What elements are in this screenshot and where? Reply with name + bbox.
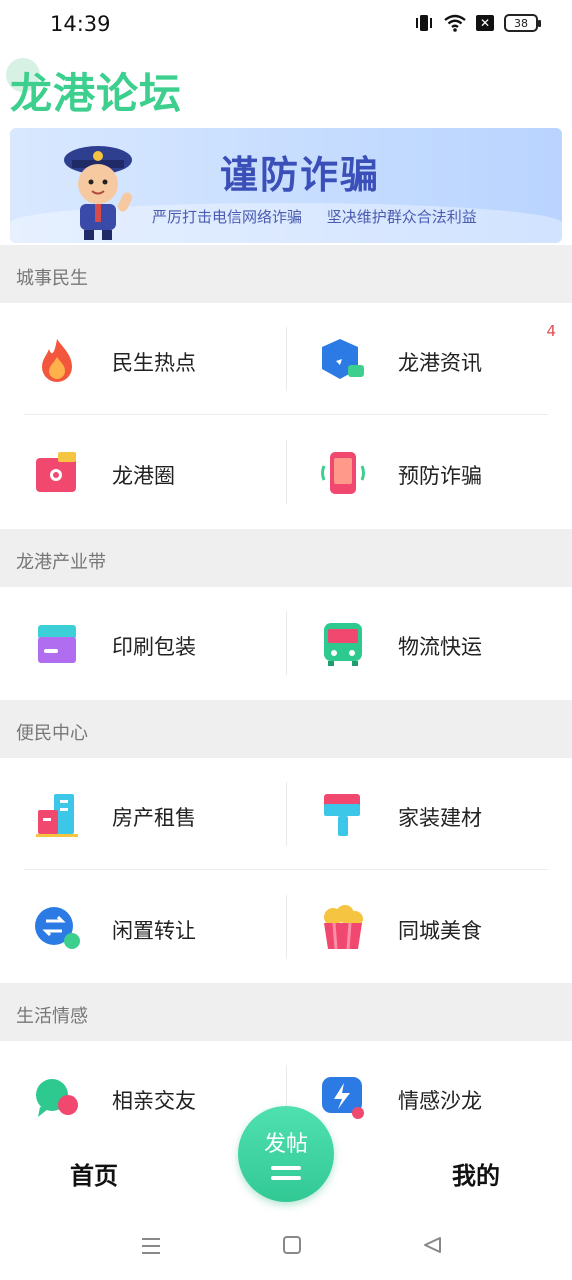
grid-item-logistics[interactable]: 物流快运: [286, 587, 572, 700]
news-count-badge: 4: [546, 322, 556, 340]
app-title: 龙港论坛: [10, 69, 183, 118]
status-bar: 14:39 ✕ 38: [0, 0, 572, 50]
banner-title: 谨防诈骗: [220, 153, 381, 197]
chat-bubbles-icon: [36, 1079, 78, 1117]
grid-item-longgang-news[interactable]: 龙港资讯: [286, 303, 572, 416]
battery-icon: 38: [504, 14, 541, 32]
menu-icon[interactable]: [140, 1236, 162, 1256]
banner-subtitle: 严厉打击电信网络诈骗 坚决维护群众合法利益: [152, 208, 477, 226]
grid-item-home-decor[interactable]: 家装建材: [286, 758, 572, 871]
system-nav-bar: [0, 1218, 572, 1280]
grid-item-local-food[interactable]: 同城美食: [286, 871, 572, 984]
grid-item-label: 闲置转让: [112, 919, 196, 943]
grid-item-label: 物流快运: [398, 635, 482, 659]
sim-x-icon: ✕: [476, 15, 494, 31]
row-divider: [24, 869, 548, 870]
lightning-chat-icon: [322, 1077, 364, 1119]
status-time: 14:39: [50, 12, 111, 36]
section-title: 生活情感: [16, 1006, 88, 1027]
bus-icon: [324, 623, 362, 666]
grid-item-label: 房产租售: [112, 806, 196, 830]
grid-item-label: 预防诈骗: [398, 464, 482, 488]
section-title: 龙港产业带: [16, 552, 106, 573]
section-title: 便民中心: [16, 723, 88, 744]
grid-item-label: 民生热点: [112, 351, 196, 375]
popcorn-icon: [324, 905, 363, 950]
wifi-icon: [444, 14, 466, 32]
section-header-service: 便民中心: [0, 700, 572, 758]
vibrate-icon: [416, 15, 432, 31]
police-mascot-icon: [64, 146, 133, 240]
grid-item-label: 同城美食: [398, 919, 482, 943]
paint-roller-icon: [324, 794, 360, 836]
grid-item-real-estate[interactable]: 房产租售: [0, 758, 286, 871]
grid-item-secondhand[interactable]: 闲置转让: [0, 871, 286, 984]
package-box-icon: [38, 625, 76, 663]
buildings-icon: [36, 794, 78, 837]
row-divider: [24, 414, 548, 415]
anti-fraud-banner[interactable]: 谨防诈骗 严厉打击电信网络诈骗 坚决维护群众合法利益: [10, 128, 562, 243]
home-square-icon[interactable]: [282, 1235, 302, 1255]
grid-item-longgang-circle[interactable]: 龙港圈: [0, 416, 286, 529]
status-icons: ✕ 38: [414, 14, 541, 32]
tab-home[interactable]: 首页: [70, 1156, 118, 1191]
grid-item-label: 印刷包装: [112, 635, 196, 659]
grid-item-livelihood-hotspot[interactable]: 民生热点: [0, 303, 286, 416]
menu-lines-icon: [271, 1166, 301, 1180]
news-cube-icon: [322, 339, 364, 379]
tab-mine[interactable]: 我的: [452, 1156, 500, 1191]
app-header: 龙港论坛: [6, 58, 183, 120]
grid-item-fraud-prevention[interactable]: 预防诈骗: [286, 416, 572, 529]
section-title: 城事民生: [16, 268, 88, 289]
wallet-circle-icon: [36, 452, 76, 492]
swap-arrows-icon: [35, 907, 80, 949]
section-header-industry: 龙港产业带: [0, 529, 572, 587]
flame-icon: [42, 339, 72, 382]
grid-item-label: 相亲交友: [112, 1089, 196, 1113]
phone-vibrate-icon: [321, 452, 365, 494]
grid-item-printing-packaging[interactable]: 印刷包装: [0, 587, 286, 700]
grid-item-label: 情感沙龙: [398, 1089, 482, 1113]
grid-item-label: 龙港资讯: [398, 351, 482, 375]
section-header-life: 生活情感: [0, 983, 572, 1041]
grid-item-label: 龙港圈: [112, 464, 175, 488]
grid-item-label: 家装建材: [398, 806, 482, 830]
post-button[interactable]: 发帖: [238, 1106, 334, 1202]
post-button-label: 发帖: [263, 1132, 308, 1157]
back-triangle-icon[interactable]: [422, 1235, 442, 1255]
section-header-city: 城事民生: [0, 245, 572, 303]
